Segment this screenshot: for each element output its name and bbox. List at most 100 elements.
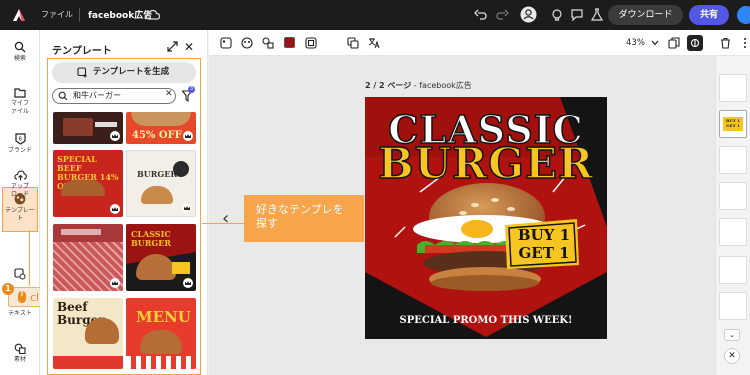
generate-icon bbox=[77, 67, 87, 78]
generate-icon[interactable] bbox=[14, 268, 26, 280]
tooltip-callout: 好きなテンプレを 探す bbox=[244, 195, 364, 242]
document-title[interactable]: facebook広告 bbox=[88, 8, 152, 21]
page-label: 2 / 2 ページ - facebook広告 bbox=[365, 80, 472, 91]
step-badge: 1 bbox=[2, 283, 14, 295]
tooltip-connector bbox=[202, 223, 244, 224]
app-logo-icon[interactable] bbox=[10, 6, 28, 24]
template-thumb-8[interactable]: MENU bbox=[126, 298, 196, 369]
premium-icon bbox=[110, 204, 120, 214]
page-thumb-7[interactable] bbox=[719, 292, 747, 320]
rail-label-templates: テンプレート bbox=[5, 207, 35, 222]
art-promo-text: SPECIAL PROMO THIS WEEK! bbox=[399, 315, 573, 326]
search-input-value: 和牛バーガー bbox=[73, 91, 121, 100]
art-headline-2: BURGER bbox=[377, 139, 594, 188]
crop-icon[interactable] bbox=[305, 37, 317, 49]
shapes-icon[interactable] bbox=[262, 37, 274, 49]
rail-label-elements: 素材 bbox=[13, 356, 26, 363]
flask-icon[interactable] bbox=[590, 8, 604, 22]
rail-item-text[interactable]: テキスト bbox=[0, 310, 40, 318]
divider bbox=[79, 8, 80, 22]
template-thumb-2[interactable]: 45% OFF bbox=[126, 112, 196, 144]
folder-icon bbox=[14, 88, 26, 98]
template-thumb-5[interactable] bbox=[53, 224, 123, 291]
thumb-4-text: BURGER bbox=[137, 169, 177, 179]
art-badge-line-1: BUY 1 bbox=[517, 226, 571, 244]
comment-icon[interactable] bbox=[570, 8, 584, 22]
user-icon[interactable] bbox=[520, 6, 537, 23]
art-badge-line-2: GET 1 bbox=[518, 244, 570, 262]
panel-title: テンプレート bbox=[52, 46, 112, 57]
thumb-6-text: CLASSIC BURGER bbox=[131, 229, 171, 248]
collapse-panel-icon[interactable]: ‹ bbox=[222, 208, 229, 229]
page-thumb-3[interactable] bbox=[719, 146, 747, 174]
download-button[interactable]: ダウンロード bbox=[608, 5, 683, 25]
rail-item-brand[interactable]: B ブランド bbox=[0, 133, 40, 155]
page-number: 2 / 2 ページ bbox=[365, 81, 412, 90]
premium-icon bbox=[183, 131, 193, 141]
delete-icon[interactable] bbox=[720, 37, 731, 49]
premium-icon bbox=[183, 278, 193, 288]
expand-icon[interactable] bbox=[167, 41, 178, 52]
undo-icon[interactable] bbox=[474, 8, 488, 22]
rail-item-elements[interactable]: 素材 bbox=[0, 343, 40, 364]
generate-template-button[interactable]: テンプレートを生成 bbox=[52, 62, 196, 83]
page-thumb-2[interactable]: BUY 1 GET 1 bbox=[719, 110, 747, 138]
template-thumb-6[interactable]: CLASSIC BURGER bbox=[126, 224, 196, 291]
rail-label-brand: ブランド bbox=[7, 147, 32, 154]
search-icon bbox=[14, 41, 26, 53]
close-icon[interactable]: ✕ bbox=[184, 40, 194, 54]
chevron-down-icon[interactable] bbox=[651, 40, 659, 46]
page-thumb-5[interactable] bbox=[719, 218, 747, 246]
tooltip-line-2: 探す bbox=[256, 217, 278, 230]
tooltip-line-1: 好きなテンプレを bbox=[256, 203, 344, 216]
close-panel-icon[interactable]: ✕ bbox=[724, 348, 740, 364]
more-icon[interactable] bbox=[740, 37, 750, 49]
search-input[interactable]: 和牛バーガー bbox=[52, 88, 176, 104]
translate-icon[interactable] bbox=[368, 37, 380, 49]
page-thumb-6[interactable] bbox=[719, 256, 747, 284]
template-icon bbox=[14, 193, 26, 205]
pages-panel bbox=[715, 56, 750, 375]
rail-label-text: テキスト bbox=[8, 310, 32, 317]
thumb-2-text: 45% OFF bbox=[132, 130, 182, 141]
rail-item-templates[interactable]: テンプレート bbox=[0, 193, 40, 223]
effects-icon[interactable] bbox=[241, 37, 253, 49]
scroll-down-icon[interactable]: ⌄ bbox=[724, 329, 740, 341]
lightbulb-icon[interactable] bbox=[550, 8, 564, 22]
file-menu[interactable]: ファイル bbox=[41, 9, 73, 20]
rail-item-search[interactable]: 検索 bbox=[0, 41, 40, 63]
page-thumb-1[interactable] bbox=[719, 74, 747, 102]
rail-label-my-files: マイファイル bbox=[10, 100, 29, 115]
rail-label-search: 検索 bbox=[13, 55, 26, 62]
rail-item-my-files[interactable]: マイファイル bbox=[0, 87, 40, 116]
upload-icon bbox=[13, 170, 27, 181]
zoom-level[interactable]: 43% bbox=[626, 38, 645, 48]
elements-icon bbox=[14, 343, 26, 354]
clear-search-icon[interactable]: ✕ bbox=[165, 89, 173, 99]
layers-icon[interactable] bbox=[347, 37, 359, 49]
brand-icon: B bbox=[14, 133, 26, 145]
share-button[interactable]: 共有 bbox=[689, 5, 729, 25]
avatar[interactable] bbox=[737, 6, 750, 24]
fill-color-swatch[interactable] bbox=[284, 37, 295, 48]
premium-icon bbox=[110, 278, 120, 288]
thumb-8-text: MENU bbox=[136, 308, 191, 326]
premium-icon bbox=[110, 131, 120, 141]
callout-connector bbox=[29, 230, 30, 286]
page-name: - facebook広告 bbox=[411, 81, 472, 90]
template-thumb-4[interactable]: BURGER bbox=[126, 150, 196, 217]
page-thumb-4[interactable] bbox=[719, 182, 747, 210]
design-artboard[interactable]: CLASSIC BURGER BUY 1 GET 1 SPECIAL PROMO… bbox=[365, 97, 607, 339]
page-thumb-text: BUY 1 GET 1 bbox=[726, 118, 740, 128]
svg-text:B: B bbox=[18, 137, 22, 143]
redo-icon[interactable] bbox=[495, 8, 509, 22]
generate-template-label: テンプレートを生成 bbox=[92, 67, 170, 77]
mouse-icon bbox=[18, 291, 26, 303]
cloud-icon bbox=[146, 9, 160, 20]
duplicate-icon[interactable] bbox=[668, 37, 680, 49]
image-edit-icon[interactable] bbox=[220, 37, 232, 49]
filter-count-badge: 3 bbox=[188, 86, 195, 93]
template-thumb-7[interactable]: Beef Burger bbox=[53, 298, 123, 369]
template-thumb-1[interactable] bbox=[53, 112, 123, 144]
template-thumb-3[interactable]: SPECIAL BEEF BURGER 14% OFF bbox=[53, 150, 123, 217]
